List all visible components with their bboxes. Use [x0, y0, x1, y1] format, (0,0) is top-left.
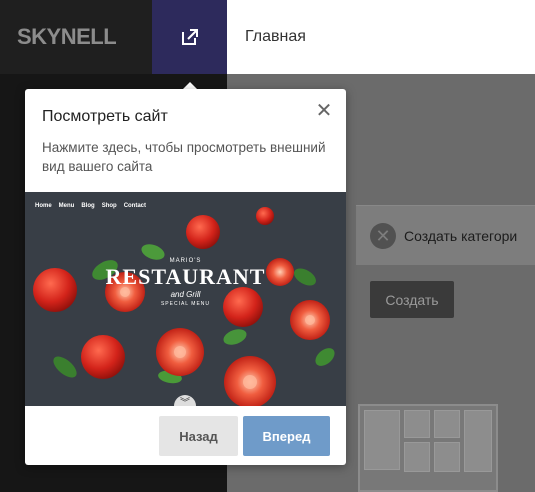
close-icon[interactable]: ✕	[314, 101, 334, 121]
create-category-label: Создать категори	[404, 228, 518, 244]
site-preview-image: Home Menu Blog Shop Contact MARIO'S REST…	[25, 192, 346, 406]
preview-brand-sub: and Grill	[170, 290, 201, 299]
logo[interactable]: SKYNELL	[17, 24, 117, 50]
create-button[interactable]: Создать	[370, 281, 454, 318]
preview-nav-item: Contact	[123, 203, 147, 209]
close-circle-icon[interactable]: ✕	[370, 223, 396, 249]
create-category-card: ✕ Создать категори	[356, 205, 535, 265]
preview-nav-item: Home	[35, 203, 52, 209]
preview-nav: Home Menu Blog Shop Contact	[35, 203, 146, 209]
next-button[interactable]: Вперед	[243, 416, 330, 456]
page-title: Главная	[245, 28, 306, 45]
popover-description: Нажмите здесь, чтобы просмотреть внешний…	[42, 140, 326, 174]
top-bar: SKYNELL Главная	[0, 0, 535, 74]
logo-area: SKYNELL	[0, 0, 152, 74]
layout-thumbnail[interactable]	[358, 404, 498, 492]
popover-title: Посмотреть сайт	[42, 108, 168, 125]
tour-popover: Посмотреть сайт ✕ Нажмите здесь, чтобы п…	[25, 89, 346, 465]
preview-nav-item: Blog	[81, 203, 95, 209]
back-button[interactable]: Назад	[159, 416, 238, 456]
external-link-icon	[181, 29, 198, 45]
open-site-button[interactable]	[152, 0, 227, 74]
preview-brand-tag: SPECIAL MENU	[160, 301, 211, 307]
preview-brand: MARIO'S RESTAURANT and Grill SPECIAL MEN…	[25, 258, 346, 307]
preview-nav-item: Menu	[58, 203, 75, 209]
preview-brand-title: RESTAURANT	[105, 264, 266, 289]
preview-nav-item: Shop	[101, 203, 117, 209]
